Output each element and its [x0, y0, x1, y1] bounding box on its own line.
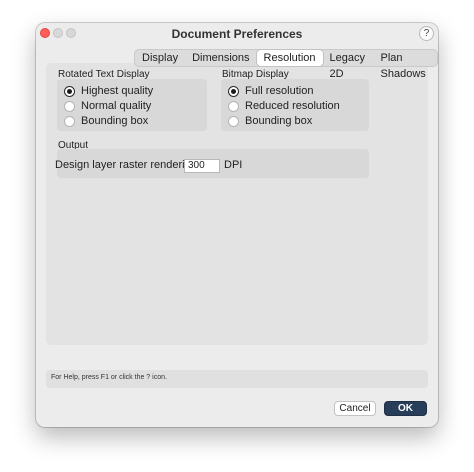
tab-bar: Display Dimensions Resolution Legacy 2D … [134, 49, 438, 80]
help-status-bar: For Help, press F1 or click the ? icon. [46, 370, 428, 388]
title-bar: Document Preferences ? [36, 23, 438, 43]
raster-rendering-label: Design layer raster rendering: [55, 159, 200, 171]
radio-button[interactable] [228, 115, 239, 127]
radio-label: Normal quality [81, 100, 152, 112]
radio-button[interactable] [64, 85, 75, 97]
radio-button[interactable] [228, 85, 239, 97]
raster-dpi-input[interactable] [184, 159, 220, 173]
tab-plan-shadows[interactable]: Plan Shadows [374, 50, 437, 80]
radio-bounding-box-bitmap[interactable]: Bounding box [228, 114, 312, 128]
document-preferences-window: Document Preferences ? Display Dimension… [36, 23, 438, 427]
cancel-button[interactable]: Cancel [334, 401, 376, 416]
tab-display[interactable]: Display [135, 50, 185, 66]
tab-resolution[interactable]: Resolution [256, 50, 323, 66]
radio-button[interactable] [64, 115, 75, 127]
radio-normal-quality[interactable]: Normal quality [64, 99, 151, 113]
help-icon[interactable]: ? [419, 26, 434, 41]
radio-label: Bounding box [81, 115, 149, 127]
dpi-unit-label: DPI [224, 159, 243, 171]
tab-legacy-2d[interactable]: Legacy 2D [323, 50, 374, 80]
radio-reduced-resolution[interactable]: Reduced resolution [228, 99, 340, 113]
window-title: Document Preferences [171, 27, 303, 41]
radio-label: Full resolution [245, 85, 314, 97]
ok-button[interactable]: OK [384, 401, 427, 416]
radio-label: Highest quality [81, 85, 154, 97]
radio-button[interactable] [228, 100, 239, 112]
radio-bounding-box-text[interactable]: Bounding box [64, 114, 148, 128]
radio-label: Bounding box [245, 115, 313, 127]
help-text: For Help, press F1 or click the ? icon. [51, 374, 167, 381]
tab-dimensions[interactable]: Dimensions [185, 50, 256, 66]
radio-button[interactable] [64, 100, 75, 112]
radio-full-resolution[interactable]: Full resolution [228, 84, 313, 98]
radio-label: Reduced resolution [245, 100, 340, 112]
radio-highest-quality[interactable]: Highest quality [64, 84, 153, 98]
